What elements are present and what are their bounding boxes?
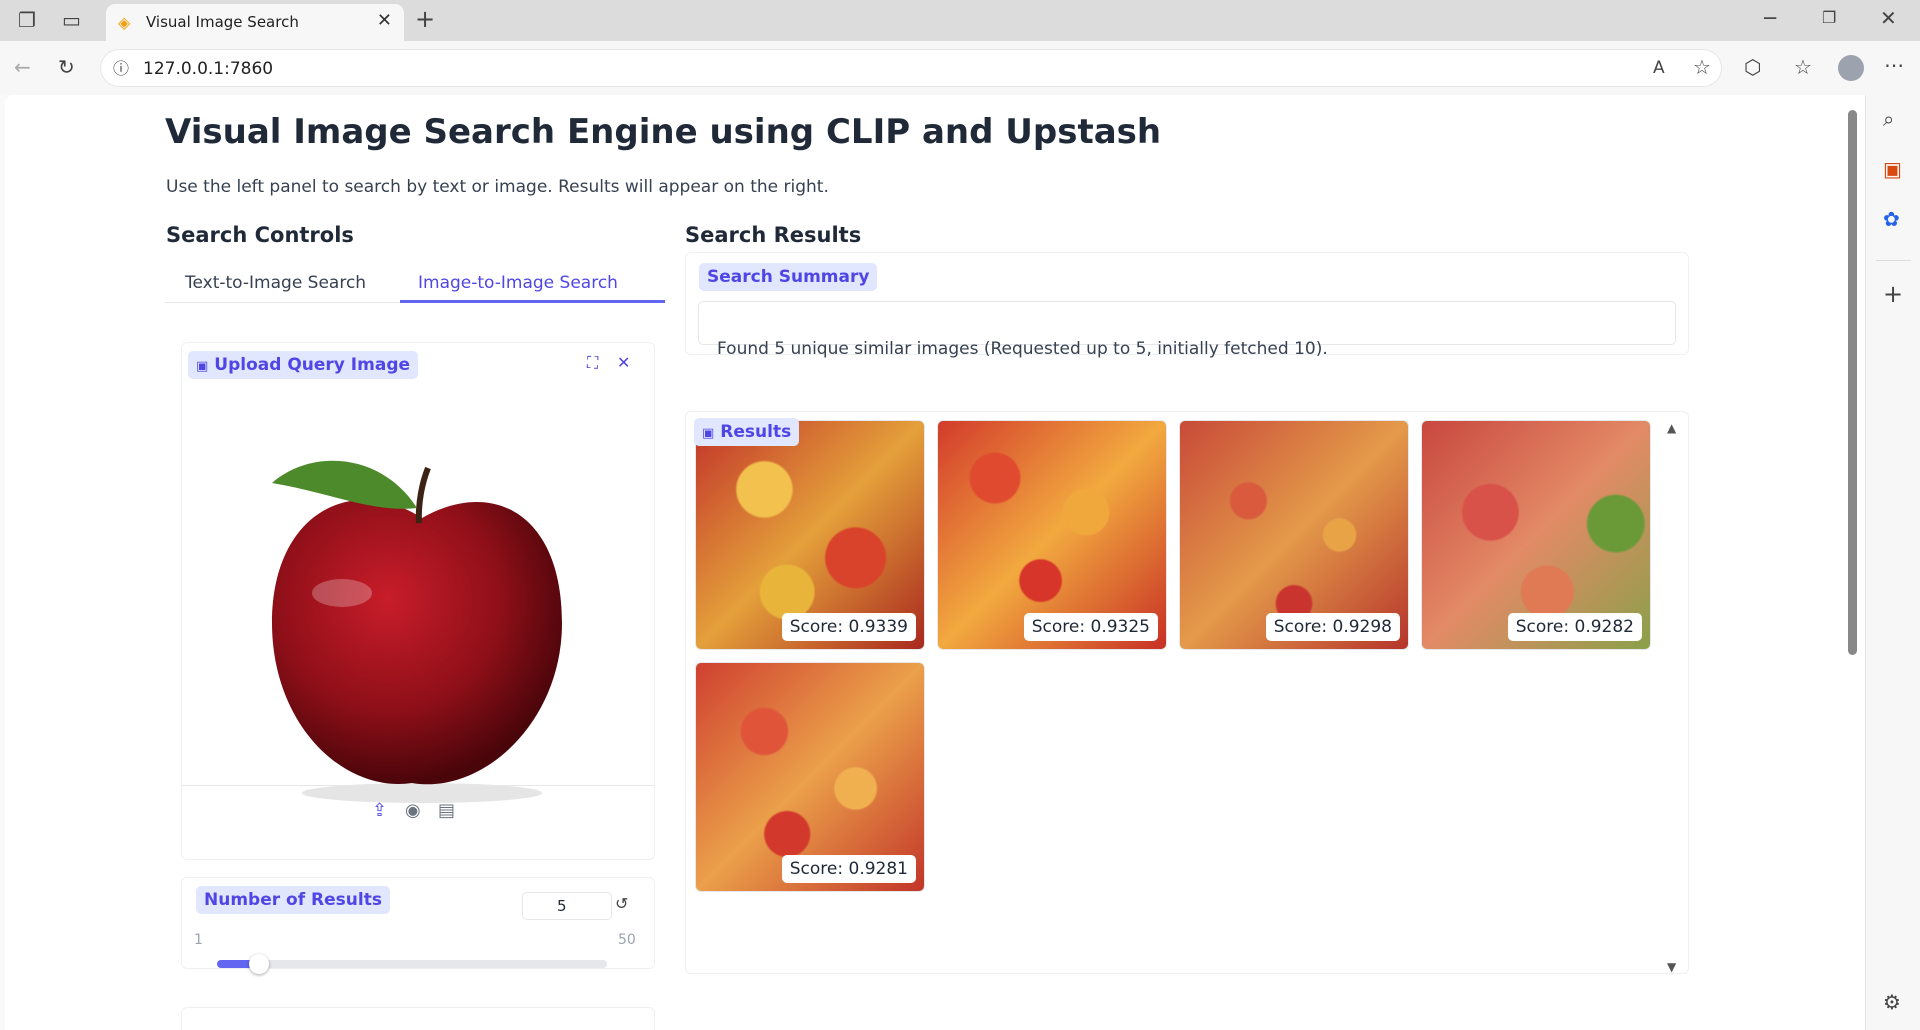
webcam-icon[interactable]: ◉ [405, 801, 421, 821]
result-score: Score: 0.9339 [781, 613, 916, 641]
upload-panel: ▣ Upload Query Image ⛶ ✕ ⇪ ◉ ▤ [181, 342, 655, 860]
browser-titlebar: ❐ ▭ ◈ Visual Image Search ✕ + ─ ❐ ✕ [0, 0, 1920, 41]
page-title: Visual Image Search Engine using CLIP an… [165, 112, 1162, 152]
result-score: Score: 0.9298 [1265, 613, 1400, 641]
num-results-input[interactable]: 5 [522, 892, 612, 920]
url-text: 127.0.0.1:7860 [143, 59, 274, 79]
result-card[interactable]: Score: 0.9282 [1421, 420, 1651, 650]
result-card[interactable]: Score: 0.9281 [695, 662, 925, 892]
new-tab-icon[interactable]: + [415, 7, 435, 31]
clipboard-icon[interactable]: ▤ [438, 801, 455, 821]
restore-icon[interactable]: ❐ [1822, 8, 1836, 28]
address-bar[interactable]: ⓘ 127.0.0.1:7860 A ☆ [100, 49, 1722, 87]
result-score: Score: 0.9281 [781, 855, 916, 883]
address-bar-row: ← ↻ ⓘ 127.0.0.1:7860 A ☆ ⬡ ☆ ⋯ [0, 41, 1920, 95]
result-card[interactable]: Score: 0.9339 [695, 420, 925, 650]
page-content: Visual Image Search Engine using CLIP an… [5, 95, 1865, 1030]
clear-image-icon[interactable]: ✕ [617, 353, 630, 373]
back-icon[interactable]: ← [14, 57, 31, 77]
sidebar-divider [1876, 260, 1911, 261]
window-close-icon[interactable]: ✕ [1880, 8, 1897, 28]
tab-image-to-image[interactable]: Image-to-Image Search [418, 273, 618, 293]
num-results-slider[interactable] [217, 954, 607, 974]
result-score: Score: 0.9325 [1023, 613, 1158, 641]
upload-label: ▣ Upload Query Image [188, 351, 419, 379]
page-scrollbar[interactable] [1848, 110, 1857, 655]
tab-text-to-image[interactable]: Text-to-Image Search [185, 273, 366, 293]
extensions-icon[interactable]: ⬡ [1744, 57, 1761, 77]
result-card[interactable]: Score: 0.9298 [1179, 420, 1409, 650]
summary-text: Found 5 unique similar images (Requested… [717, 339, 1328, 359]
num-results-label: Number of Results [196, 886, 390, 914]
profile-avatar[interactable] [1838, 55, 1864, 81]
results-label: ▣ Results [694, 418, 800, 446]
browser-sidebar: ⌕ ▣ ✿ + ⚙ [1865, 95, 1920, 1030]
gradio-favicon-icon: ◈ [118, 13, 131, 32]
next-panel [181, 1007, 655, 1030]
copilot-icon[interactable]: ✿ [1883, 209, 1900, 229]
results-label-text: Results [720, 422, 792, 442]
tab-actions-icon[interactable]: ▭ [62, 10, 81, 30]
search-icon[interactable]: ⌕ [1883, 109, 1894, 129]
more-menu-icon[interactable]: ⋯ [1884, 55, 1904, 75]
upload-label-text: Upload Query Image [214, 355, 411, 375]
upload-divider [182, 785, 654, 786]
result-card[interactable]: Score: 0.9325 [937, 420, 1167, 650]
read-aloud-icon[interactable]: A [1653, 58, 1665, 78]
site-info-icon[interactable]: ⓘ [113, 59, 129, 79]
reset-icon[interactable]: ↺ [615, 894, 628, 914]
gallery-icon: ▣ [702, 426, 715, 441]
browser-tab[interactable]: ◈ Visual Image Search ✕ [106, 4, 404, 41]
scroll-up-icon[interactable]: ▲ [1667, 418, 1676, 438]
page-description: Use the left panel to search by text or … [166, 177, 829, 197]
tools-icon[interactable]: ▣ [1883, 159, 1902, 179]
fullscreen-icon[interactable]: ⛶ [587, 353, 598, 373]
results-gallery: ▣ Results ▲ ▼ Score: 0.9339 Score: 0.9325… [685, 411, 1689, 974]
slider-min: 1 [194, 932, 203, 948]
result-score: Score: 0.9282 [1507, 613, 1642, 641]
scroll-down-icon[interactable]: ▼ [1667, 957, 1676, 977]
add-sidebar-icon[interactable]: + [1883, 282, 1903, 306]
close-tab-icon[interactable]: ✕ [377, 10, 392, 31]
refresh-icon[interactable]: ↻ [58, 57, 75, 77]
upload-icon[interactable]: ⇪ [372, 801, 387, 821]
slider-max: 50 [618, 932, 636, 948]
query-image-apple [272, 460, 562, 803]
image-icon: ▣ [196, 359, 209, 374]
favorites-icon[interactable]: ☆ [1794, 57, 1812, 77]
favorite-star-icon[interactable]: ☆ [1693, 57, 1711, 77]
summary-label: Search Summary [699, 263, 878, 291]
tab-title: Visual Image Search [146, 13, 299, 31]
slider-handle[interactable] [248, 954, 269, 974]
minimize-icon[interactable]: ─ [1764, 8, 1776, 28]
settings-gear-icon[interactable]: ⚙ [1883, 992, 1901, 1012]
search-controls-heading: Search Controls [166, 223, 354, 247]
num-results-value: 5 [557, 897, 567, 915]
workspaces-icon[interactable]: ❐ [18, 10, 36, 30]
active-tab-indicator [400, 300, 665, 303]
search-results-heading: Search Results [685, 223, 862, 247]
